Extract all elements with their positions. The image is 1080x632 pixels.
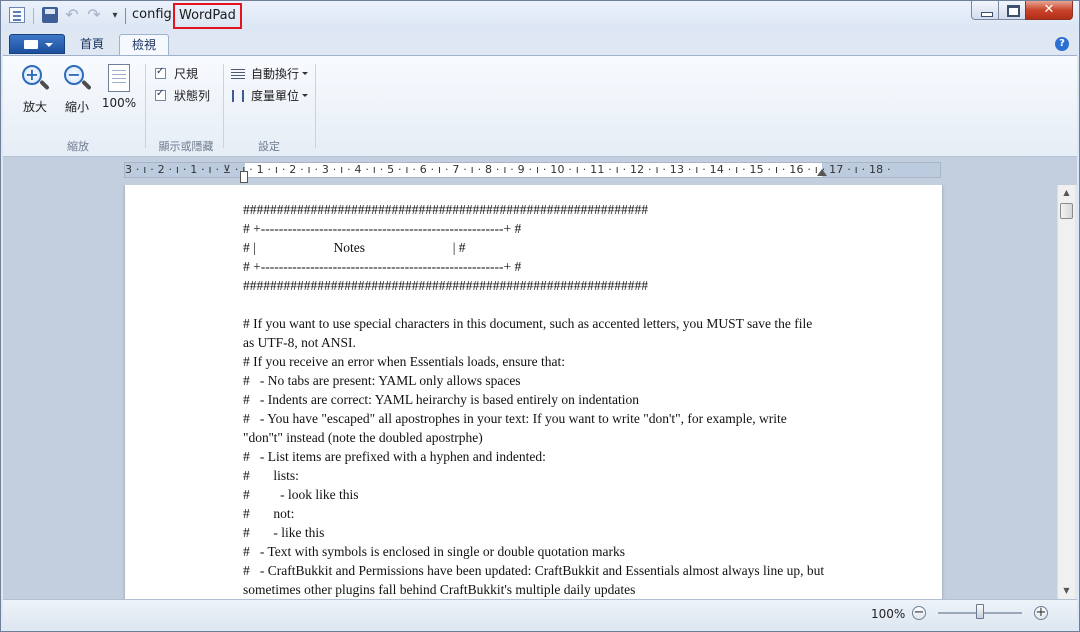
zoom-100-label: 100% xyxy=(101,96,137,110)
document-line: # - Indents are correct: YAML heirarchy … xyxy=(243,392,639,407)
zoom-in-icon: + xyxy=(20,64,50,94)
word-wrap-button[interactable]: 自動換行 xyxy=(231,65,309,82)
maximize-icon xyxy=(1007,5,1020,17)
zoom-in-button[interactable]: + 放大 xyxy=(15,64,55,115)
show-hide-group-label: 顯示或隱藏 xyxy=(158,140,214,153)
document-line: # - List items are prefixed with a hyphe… xyxy=(243,449,546,464)
right-indent-marker[interactable] xyxy=(817,169,827,176)
measurement-units-label: 度量單位 xyxy=(251,89,300,103)
horizontal-ruler[interactable]: 3 · ı · 2 · ı · 1 · ı · ⊻ · ı · 1 · ı · … xyxy=(124,162,941,183)
chevron-down-icon xyxy=(302,94,309,97)
document-line: # - CraftBukkit and Permissions have bee… xyxy=(243,563,828,597)
document-line: # - like this xyxy=(243,525,325,540)
minimize-icon xyxy=(981,12,993,17)
wordpad-window: ↶ ↷ ▾ config WordPad ✕ 首頁 檢視 ? + 放大 − 縮小… xyxy=(0,0,1080,632)
customize-quick-access-dropdown-icon[interactable]: ▾ xyxy=(107,7,123,23)
ruler-area: 3 · ı · 2 · ı · 1 · ı · ⊻ · ı · 1 · ı · … xyxy=(3,157,1077,185)
document-line: # - Text with symbols is enclosed in sin… xyxy=(243,544,626,559)
measurement-units-icon xyxy=(231,89,246,103)
zoom-level-text: 100% xyxy=(871,607,906,621)
document-line: # lists: xyxy=(243,468,299,483)
statusbar-check-icon xyxy=(155,88,166,101)
quick-access-separator xyxy=(33,8,34,24)
scroll-down-icon[interactable]: ▼ xyxy=(1058,583,1075,599)
document-line: # +-------------------------------------… xyxy=(243,259,522,274)
vertical-scrollbar[interactable]: ▲ ▼ xyxy=(1057,185,1075,599)
close-button[interactable]: ✕ xyxy=(1025,1,1073,20)
undo-icon[interactable]: ↶ xyxy=(64,7,80,23)
document-area: ########################################… xyxy=(3,185,1057,599)
ribbon-view-panel: + 放大 − 縮小 100% 縮放 尺規 狀態列 顯示或隱藏 自動換行 xyxy=(3,55,1077,157)
scroll-up-icon[interactable]: ▲ xyxy=(1058,185,1075,201)
wordpad-app-icon[interactable] xyxy=(9,7,25,23)
document-line: # not: xyxy=(243,506,295,521)
document-line: # - No tabs are present: YAML only allow… xyxy=(243,373,521,388)
group-separator xyxy=(223,64,224,148)
document-page[interactable]: ########################################… xyxy=(125,185,942,599)
zoom-out-icon[interactable]: − xyxy=(912,606,926,620)
zoom-out-icon: − xyxy=(62,64,92,94)
zoom-group-label: 縮放 xyxy=(67,140,89,153)
redo-icon[interactable]: ↷ xyxy=(86,7,102,23)
left-indent-marker[interactable] xyxy=(240,171,248,183)
ruler-checkbox-label: 尺規 xyxy=(174,67,199,81)
document-line: # +-------------------------------------… xyxy=(243,221,522,236)
document-line: # - look like this xyxy=(243,487,359,502)
maximize-button[interactable] xyxy=(998,1,1026,20)
close-icon: ✕ xyxy=(1043,2,1055,17)
tab-view[interactable]: 檢視 xyxy=(119,34,169,55)
chevron-down-icon xyxy=(302,72,309,75)
zoom-out-label: 縮小 xyxy=(64,100,89,114)
word-wrap-icon xyxy=(231,67,246,81)
document-title: config xyxy=(132,7,172,22)
application-menu-button[interactable] xyxy=(9,34,65,54)
group-separator xyxy=(145,64,146,148)
tab-home[interactable]: 首頁 xyxy=(65,34,119,55)
help-icon[interactable]: ? xyxy=(1055,37,1069,51)
zoom-100-button[interactable]: 100% xyxy=(99,64,139,110)
word-wrap-label: 自動換行 xyxy=(251,67,300,81)
title-bar: ↶ ↷ ▾ config WordPad ✕ xyxy=(1,1,1079,31)
title-separator xyxy=(125,8,126,24)
save-icon[interactable] xyxy=(42,7,58,23)
page-100-icon xyxy=(108,64,130,92)
measurement-units-button[interactable]: 度量單位 xyxy=(231,87,309,104)
app-title-highlighted: WordPad xyxy=(173,3,242,29)
statusbar-checkbox[interactable]: 狀態列 xyxy=(155,87,210,104)
document-line: # If you want to use special characters … xyxy=(243,316,816,350)
zoom-out-button[interactable]: − 縮小 xyxy=(57,64,97,115)
ribbon-tab-row: 首頁 檢視 ? xyxy=(1,31,1079,55)
document-line: # | Notes | # xyxy=(243,240,466,255)
group-separator xyxy=(315,64,316,148)
zoom-in-icon[interactable]: + xyxy=(1034,606,1048,620)
document-line: # - You have "escaped" all apostrophes i… xyxy=(243,411,791,445)
zoom-slider-thumb[interactable] xyxy=(976,604,984,619)
status-bar: 100% − + xyxy=(3,599,1077,629)
document-text[interactable]: ########################################… xyxy=(243,200,825,599)
minimize-button[interactable] xyxy=(971,1,999,20)
scroll-thumb[interactable] xyxy=(1060,203,1073,219)
document-line: # If you receive an error when Essential… xyxy=(243,354,566,369)
document-line: ########################################… xyxy=(243,278,648,293)
statusbar-checkbox-label: 狀態列 xyxy=(174,89,211,103)
zoom-in-label: 放大 xyxy=(22,100,47,114)
document-line: ########################################… xyxy=(243,202,648,217)
settings-group-label: 設定 xyxy=(258,140,280,153)
ruler-checkbox[interactable]: 尺規 xyxy=(155,65,198,82)
ruler-check-icon xyxy=(155,66,166,79)
